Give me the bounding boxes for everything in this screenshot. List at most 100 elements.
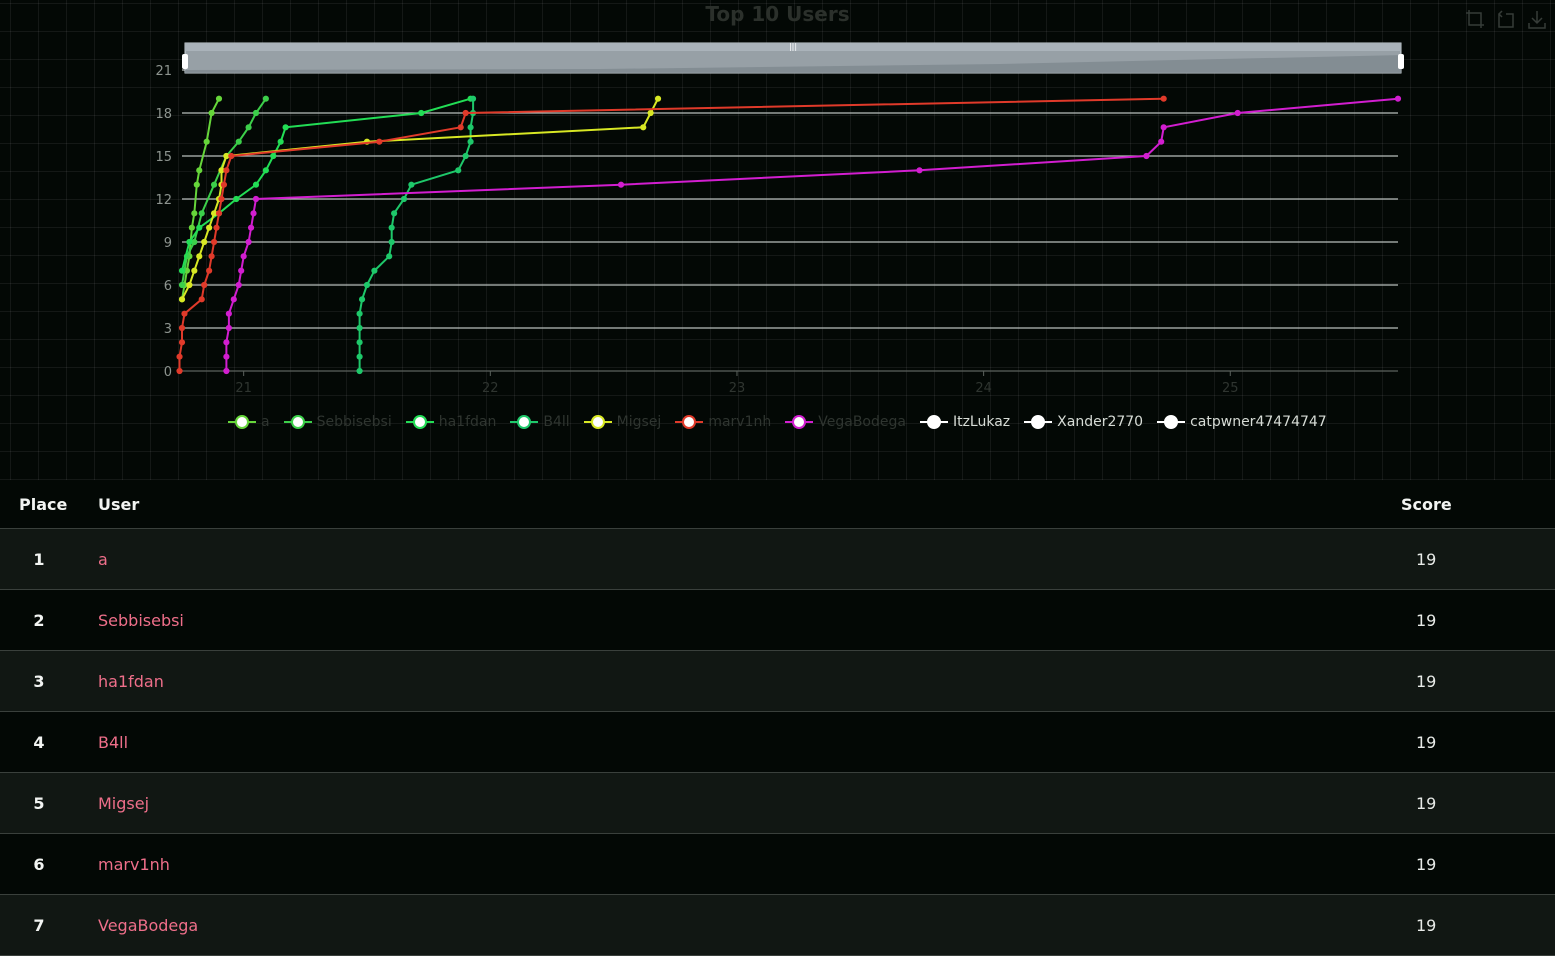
user-link[interactable]: Migsej <box>98 772 1398 834</box>
data-point[interactable] <box>408 181 415 188</box>
data-point[interactable] <box>218 195 225 203</box>
data-point[interactable] <box>363 281 371 289</box>
data-point[interactable] <box>178 296 186 303</box>
legend-item[interactable]: Xander2770 <box>1024 414 1143 430</box>
data-point[interactable] <box>418 109 425 117</box>
data-point[interactable] <box>467 124 474 131</box>
data-point[interactable] <box>356 324 363 332</box>
data-point[interactable] <box>176 367 183 375</box>
data-point[interactable] <box>201 238 208 246</box>
data-point[interactable] <box>235 281 242 289</box>
data-point[interactable] <box>252 181 260 188</box>
data-point[interactable] <box>178 339 186 346</box>
data-point[interactable] <box>1143 152 1150 160</box>
data-point[interactable] <box>371 267 378 274</box>
data-point[interactable] <box>386 253 393 260</box>
data-point[interactable] <box>176 353 183 360</box>
data-point[interactable] <box>225 324 232 332</box>
data-point[interactable] <box>252 195 260 203</box>
data-point[interactable] <box>640 124 647 131</box>
data-point[interactable] <box>208 253 215 260</box>
data-point[interactable] <box>388 238 395 246</box>
data-point[interactable] <box>223 339 230 346</box>
data-point[interactable] <box>916 167 923 174</box>
data-point[interactable] <box>178 324 186 332</box>
data-point[interactable] <box>617 181 625 188</box>
user-link[interactable]: B4ll <box>98 711 1398 773</box>
data-point[interactable] <box>654 95 662 102</box>
data-zoom-slider[interactable]: ||| <box>182 42 1404 74</box>
data-point[interactable] <box>455 167 462 174</box>
user-link[interactable]: a <box>98 528 1398 590</box>
legend-item[interactable]: B4ll <box>510 414 570 430</box>
legend-item[interactable]: marv1nh <box>675 414 771 430</box>
legend-item[interactable]: catpwner47474747 <box>1157 414 1327 430</box>
data-point[interactable] <box>196 253 203 260</box>
user-link[interactable]: ha1fdan <box>98 650 1398 712</box>
data-point[interactable] <box>238 267 245 274</box>
data-point[interactable] <box>210 210 218 217</box>
data-point[interactable] <box>356 367 363 375</box>
data-point[interactable] <box>247 224 255 231</box>
data-point[interactable] <box>196 167 203 174</box>
data-point[interactable] <box>240 253 247 260</box>
data-point[interactable] <box>1160 95 1167 102</box>
data-point[interactable] <box>1158 138 1165 145</box>
data-point[interactable] <box>462 152 469 160</box>
user-link[interactable]: Sebbisebsi <box>98 589 1398 651</box>
data-zoom-right-handle[interactable] <box>1398 54 1404 69</box>
data-point[interactable] <box>457 124 464 131</box>
data-point[interactable] <box>223 152 230 160</box>
data-point[interactable] <box>223 353 230 360</box>
user-link[interactable]: marv1nh <box>98 833 1398 895</box>
data-point[interactable] <box>186 238 193 246</box>
legend-item[interactable]: Sebbisebsi <box>283 414 392 430</box>
score-column-header[interactable]: Score <box>1398 480 1555 529</box>
data-point[interactable] <box>400 195 408 203</box>
data-point[interactable] <box>233 195 240 203</box>
data-point[interactable] <box>228 152 235 160</box>
data-point[interactable] <box>358 296 366 303</box>
data-point[interactable] <box>262 95 269 102</box>
place-column-header[interactable]: Place <box>0 480 98 529</box>
legend-item[interactable]: VegaBodega <box>785 414 906 430</box>
data-point[interactable] <box>223 367 230 375</box>
data-point[interactable] <box>230 296 237 303</box>
data-zoom-left-handle[interactable] <box>182 54 188 69</box>
data-point[interactable] <box>223 167 230 174</box>
data-point[interactable] <box>220 181 228 188</box>
data-point[interactable] <box>178 281 186 289</box>
legend-item[interactable]: a <box>228 414 270 430</box>
data-point[interactable] <box>356 339 363 346</box>
data-point[interactable] <box>198 210 205 217</box>
data-point[interactable] <box>178 267 186 274</box>
legend-item[interactable]: ha1fdan <box>405 414 496 430</box>
data-point[interactable] <box>181 310 188 317</box>
data-point[interactable] <box>188 224 195 231</box>
data-point[interactable] <box>225 310 232 317</box>
data-point[interactable] <box>469 95 477 102</box>
data-point[interactable] <box>206 224 213 231</box>
data-point[interactable] <box>215 95 223 102</box>
data-point[interactable] <box>218 167 225 174</box>
data-point[interactable] <box>467 138 474 145</box>
data-point[interactable] <box>462 109 469 117</box>
data-point[interactable] <box>245 238 252 246</box>
data-point[interactable] <box>208 109 215 117</box>
data-zoom-grip-icon[interactable]: ||| <box>789 42 797 51</box>
data-point[interactable] <box>1234 109 1241 117</box>
data-point[interactable] <box>215 210 223 217</box>
data-point[interactable] <box>191 267 198 274</box>
data-point[interactable] <box>282 124 289 131</box>
data-point[interactable] <box>1160 124 1167 131</box>
legend-item[interactable]: ItzLukaz <box>919 414 1010 430</box>
data-point[interactable] <box>210 238 218 246</box>
legend-item[interactable]: Migsej <box>583 414 661 430</box>
data-point[interactable] <box>252 109 260 117</box>
data-point[interactable] <box>262 167 269 174</box>
data-point[interactable] <box>193 181 200 188</box>
data-point[interactable] <box>191 210 198 217</box>
data-point[interactable] <box>186 281 193 289</box>
user-link[interactable]: VegaBodega <box>98 894 1398 956</box>
data-point[interactable] <box>196 224 203 231</box>
